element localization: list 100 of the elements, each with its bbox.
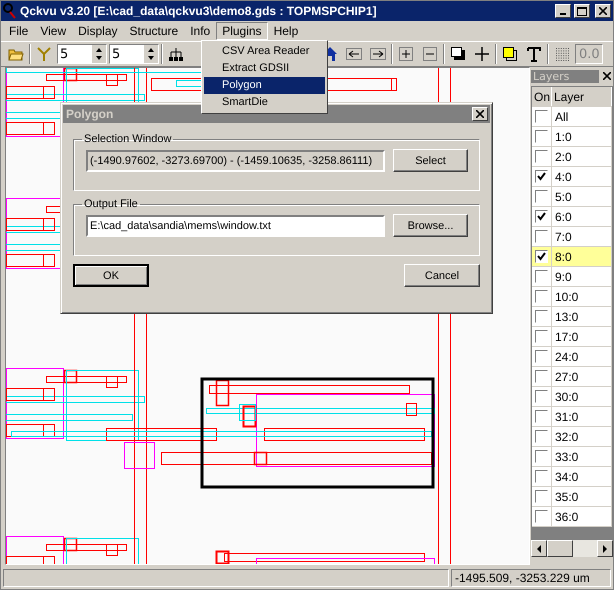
checkbox[interactable] [535,270,548,283]
checkbox[interactable] [535,310,548,323]
layer-name: 17:0 [552,327,612,346]
menu-option[interactable]: Extract GDSII [204,60,325,77]
checkbox[interactable] [535,150,548,163]
menu-option[interactable]: SmartDie [204,94,325,111]
layer-row[interactable]: 10:0 [532,287,612,307]
layer-row[interactable]: 8:0 [532,247,612,267]
layer-row[interactable]: 35:0 [532,487,612,507]
checkbox[interactable] [535,410,548,423]
checkbox[interactable] [535,290,548,303]
overlap-squares-icon[interactable] [450,46,466,62]
checkbox[interactable] [535,230,548,243]
menu-item[interactable]: File [3,22,34,40]
zoom-in-icon[interactable] [398,46,414,62]
checkbox[interactable] [535,370,548,383]
layer-row[interactable]: 6:0 [532,207,612,227]
hierarchy-icon[interactable] [168,46,184,62]
column-header[interactable]: Layer [552,87,612,106]
maximize-icon [577,6,587,16]
checkbox[interactable] [535,130,548,143]
checkbox[interactable] [535,170,548,183]
window-title: Qckvu v3.20 [E:\cad_data\qckvu3\demo8.gds : TOPMSPCHIP1] [20,4,378,18]
checkbox[interactable] [535,210,548,223]
checkbox[interactable] [535,190,548,203]
layer-name: 36:0 [552,507,612,526]
layer-name: 6:0 [552,207,612,226]
checkbox[interactable] [535,330,548,343]
menu-item[interactable]: Help [268,22,304,40]
layer-name: 8:0 [552,247,612,266]
menu-item[interactable]: Info [184,22,216,40]
layer-name: 32:0 [552,427,612,446]
layer-row[interactable]: 1:0 [532,127,612,147]
layer-name: 33:0 [552,447,612,466]
menu-item[interactable]: Plugins [216,22,268,40]
menu-item[interactable]: View [34,22,72,40]
cancel-button[interactable]: Cancel [404,264,480,287]
arrow-right-icon[interactable] [370,46,386,62]
arrow-left-icon[interactable] [346,46,362,62]
minimize-button[interactable] [555,4,571,18]
menu-option[interactable]: Polygon [204,77,325,94]
layer-row[interactable]: 4:0 [532,167,612,187]
scroll-thumb[interactable] [547,540,573,557]
layer-row[interactable]: 34:0 [532,467,612,487]
browse-button[interactable]: Browse... [393,214,468,237]
layer-name: 9:0 [552,267,612,286]
checkbox[interactable] [535,350,548,363]
layer-row[interactable]: 30:0 [532,387,612,407]
layer-name: 4:0 [552,167,612,186]
highlight-square-icon[interactable] [502,46,518,62]
group-label: Output File [83,198,139,210]
layer-row[interactable]: All [532,107,612,127]
layer-row[interactable]: 36:0 [532,507,612,527]
checkbox[interactable] [535,510,548,523]
checkbox[interactable] [535,390,548,403]
ok-button[interactable]: OK [73,264,149,287]
layer-row[interactable]: 5:0 [532,187,612,207]
layer-row[interactable]: 17:0 [532,327,612,347]
layer-row[interactable]: 24:0 [532,347,612,367]
panel-title: Layers [531,70,599,82]
group-label: Selection Window [83,133,172,145]
layer-name: 7:0 [552,227,612,246]
layer-row[interactable]: 31:0 [532,407,612,427]
close-button[interactable] [595,4,611,18]
scroll-right-button[interactable] [597,540,613,557]
selection-field[interactable]: (-1490.97602, -3273.69700) - (-1459.10635, -3258.86111) [86,150,385,172]
zoom-out-icon[interactable] [422,46,438,62]
crosshair-icon[interactable] [474,46,490,62]
menu-option[interactable]: CSV Area Reader [204,43,325,60]
layer-row[interactable]: 33:0 [532,447,612,467]
spinner-field[interactable]: 5 [109,44,159,64]
column-header[interactable]: On [532,87,552,106]
layer-name: All [552,107,612,126]
layer-row[interactable]: 32:0 [532,427,612,447]
output-file-field[interactable]: E:\cad_data\sandia\mems\window.txt [86,214,385,236]
close-icon[interactable] [603,72,611,80]
layer-name: 27:0 [552,367,612,386]
checkbox[interactable] [535,250,548,263]
layer-row[interactable]: 27:0 [532,367,612,387]
close-button[interactable] [472,107,488,121]
select-button[interactable]: Select [393,149,468,172]
left-arrow-icon [536,544,542,552]
layer-row[interactable]: 9:0 [532,267,612,287]
right-arrow-icon [602,544,608,552]
layer-row[interactable]: 13:0 [532,307,612,327]
checkbox[interactable] [535,470,548,483]
layer-name: 1:0 [552,127,612,146]
menu-item[interactable]: Display [72,22,124,40]
scroll-left-button[interactable] [531,540,547,557]
checkbox[interactable] [535,430,548,443]
layer-name: 31:0 [552,407,612,426]
text-tool-icon[interactable] [526,46,542,62]
spinner-field[interactable]: 5 [57,44,107,64]
layer-row[interactable]: 2:0 [532,147,612,167]
maximize-button[interactable] [574,4,590,18]
checkbox[interactable] [535,490,548,503]
menu-item[interactable]: Structure [124,22,184,40]
checkbox[interactable] [535,450,548,463]
app-icon [3,3,17,19]
checkbox[interactable] [535,110,548,123]
